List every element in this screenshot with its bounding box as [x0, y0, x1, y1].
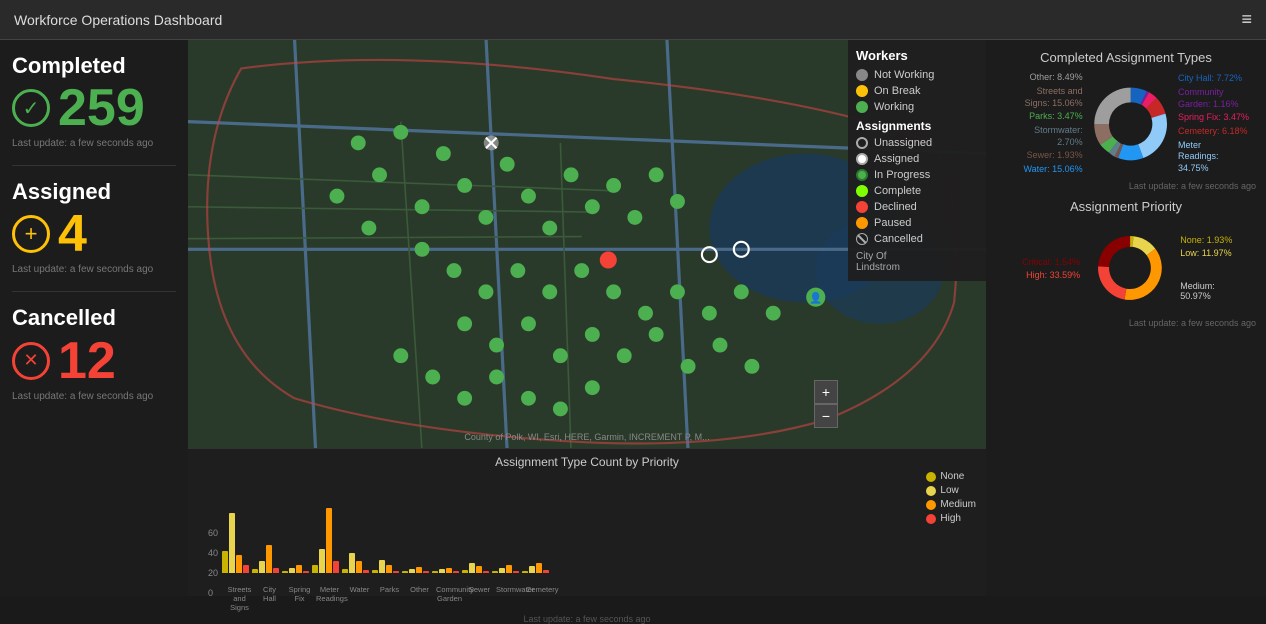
assigned-value: 4 [58, 208, 87, 260]
divider-2 [12, 291, 176, 292]
bar-chart-title: Assignment Type Count by Priority [198, 455, 976, 469]
bar-chart-legend: None Low Medium High [926, 471, 976, 524]
bar-group-stormwater [492, 565, 519, 573]
legend-none: None [926, 471, 976, 482]
bar-group-garden [432, 568, 459, 573]
cancelled-map-dot [856, 233, 868, 245]
completed-update: Last update: a few seconds ago [12, 138, 176, 149]
bar-group-water [342, 553, 369, 573]
map-zoom-controls[interactable]: + − [814, 380, 838, 428]
legend-assigned: Assigned [856, 153, 978, 165]
right-panel: Completed Assignment Types Other: 8.49% … [986, 40, 1266, 596]
priority-labels-right: None: 1.93% Low: 11.97% Medium:50.97% [1180, 235, 1256, 301]
main-layout: Completed ✓ 259 Last update: a few secon… [0, 40, 1266, 596]
unassigned-dot [856, 137, 868, 149]
working-dot [856, 101, 868, 113]
paused-dot [856, 217, 868, 229]
bar-group-sewer [462, 563, 489, 573]
completed-block: Completed ✓ 259 Last update: a few secon… [12, 54, 176, 149]
cancelled-block: Cancelled ✕ 12 Last update: a few second… [12, 306, 176, 401]
completed-label: Completed [12, 54, 176, 78]
completed-types-donut-svg [1083, 69, 1178, 179]
completed-types-update: Last update: a few seconds ago [996, 181, 1256, 191]
workers-legend: Workers Not Working On Break Working Ass… [848, 40, 986, 281]
legend-paused: Paused [856, 217, 978, 229]
completed-types-title: Completed Assignment Types [996, 50, 1256, 65]
on-break-dot [856, 85, 868, 97]
bar-chart-update: Last update: a few seconds ago [198, 614, 976, 624]
svg-text:👤: 👤 [809, 291, 822, 304]
zoom-out-button[interactable]: − [814, 404, 838, 428]
assigned-dot [856, 153, 868, 165]
app-title: Workforce Operations Dashboard [14, 12, 222, 28]
city-label: City OfLindstrom [856, 251, 978, 273]
complete-dot [856, 185, 868, 197]
donut-labels-left: Other: 8.49% Streets andSigns: 15.06% Pa… [996, 72, 1083, 176]
workers-title: Workers [856, 48, 978, 63]
app-header: Workforce Operations Dashboard ≡ [0, 0, 1266, 40]
legend-in-progress: In Progress [856, 169, 978, 181]
completed-types-section: Completed Assignment Types Other: 8.49% … [996, 50, 1256, 191]
bar-group-parks [372, 560, 399, 573]
priority-title: Assignment Priority [996, 199, 1256, 214]
assigned-label: Assigned [12, 180, 176, 204]
bar-group-springfix [282, 565, 309, 573]
map-area[interactable]: 👤 Workers Not Working On Break [188, 40, 986, 448]
divider-1 [12, 165, 176, 166]
assigned-update: Last update: a few seconds ago [12, 264, 176, 275]
bar-group-cemetery [522, 563, 549, 573]
cancelled-label: Cancelled [12, 306, 176, 330]
legend-on-break: On Break [856, 85, 978, 97]
declined-dot [856, 201, 868, 213]
completed-icon: ✓ [12, 89, 50, 127]
legend-declined: Declined [856, 201, 978, 213]
assignments-legend-title: Assignments [856, 119, 978, 133]
menu-icon[interactable]: ≡ [1241, 9, 1252, 30]
assignment-priority-section: Assignment Priority Critical: 1.54% High… [996, 199, 1256, 328]
zoom-in-button[interactable]: + [814, 380, 838, 404]
center-panel: 👤 Workers Not Working On Break [188, 40, 986, 596]
legend-not-working: Not Working [856, 69, 978, 81]
assigned-icon: + [12, 215, 50, 253]
bar-chart-x-labels: Streets and Signs City Hall Spring Fix M… [226, 585, 976, 612]
map-attribution: County of Polk, WI, Esri, HERE, Garmin, … [464, 432, 709, 442]
legend-unassigned: Unassigned [856, 137, 978, 149]
legend-cancelled: Cancelled [856, 233, 978, 245]
legend-high: High [926, 513, 976, 524]
legend-complete: Complete [856, 185, 978, 197]
priority-labels-left: Critical: 1.54% High: 33.59% [996, 257, 1080, 280]
cancelled-update: Last update: a few seconds ago [12, 391, 176, 402]
legend-medium: Medium [926, 499, 976, 510]
donut-labels-right: City Hall: 7.72% CommunityGarden: 1.16% … [1178, 73, 1256, 175]
assigned-block: Assigned + 4 Last update: a few seconds … [12, 180, 176, 275]
priority-donut-container: Critical: 1.54% High: 33.59% [996, 218, 1256, 318]
bar-group-other [402, 567, 429, 573]
completed-types-chart: Other: 8.49% Streets andSigns: 15.06% Pa… [996, 69, 1256, 179]
legend-working: Working [856, 101, 978, 113]
left-panel: Completed ✓ 259 Last update: a few secon… [0, 40, 188, 596]
completed-value: 259 [58, 82, 145, 134]
bar-group-meter [312, 508, 339, 573]
bar-chart-area: Assignment Type Count by Priority 60 40 … [188, 448, 986, 596]
not-working-dot [856, 69, 868, 81]
in-progress-dot [856, 169, 868, 181]
cancelled-icon: ✕ [12, 342, 50, 380]
bar-group-cityhall [252, 545, 279, 573]
priority-donut-svg [1088, 218, 1172, 318]
cancelled-value: 12 [58, 335, 116, 387]
bar-chart-body [222, 473, 976, 573]
legend-low: Low [926, 485, 976, 496]
priority-update: Last update: a few seconds ago [996, 318, 1256, 328]
